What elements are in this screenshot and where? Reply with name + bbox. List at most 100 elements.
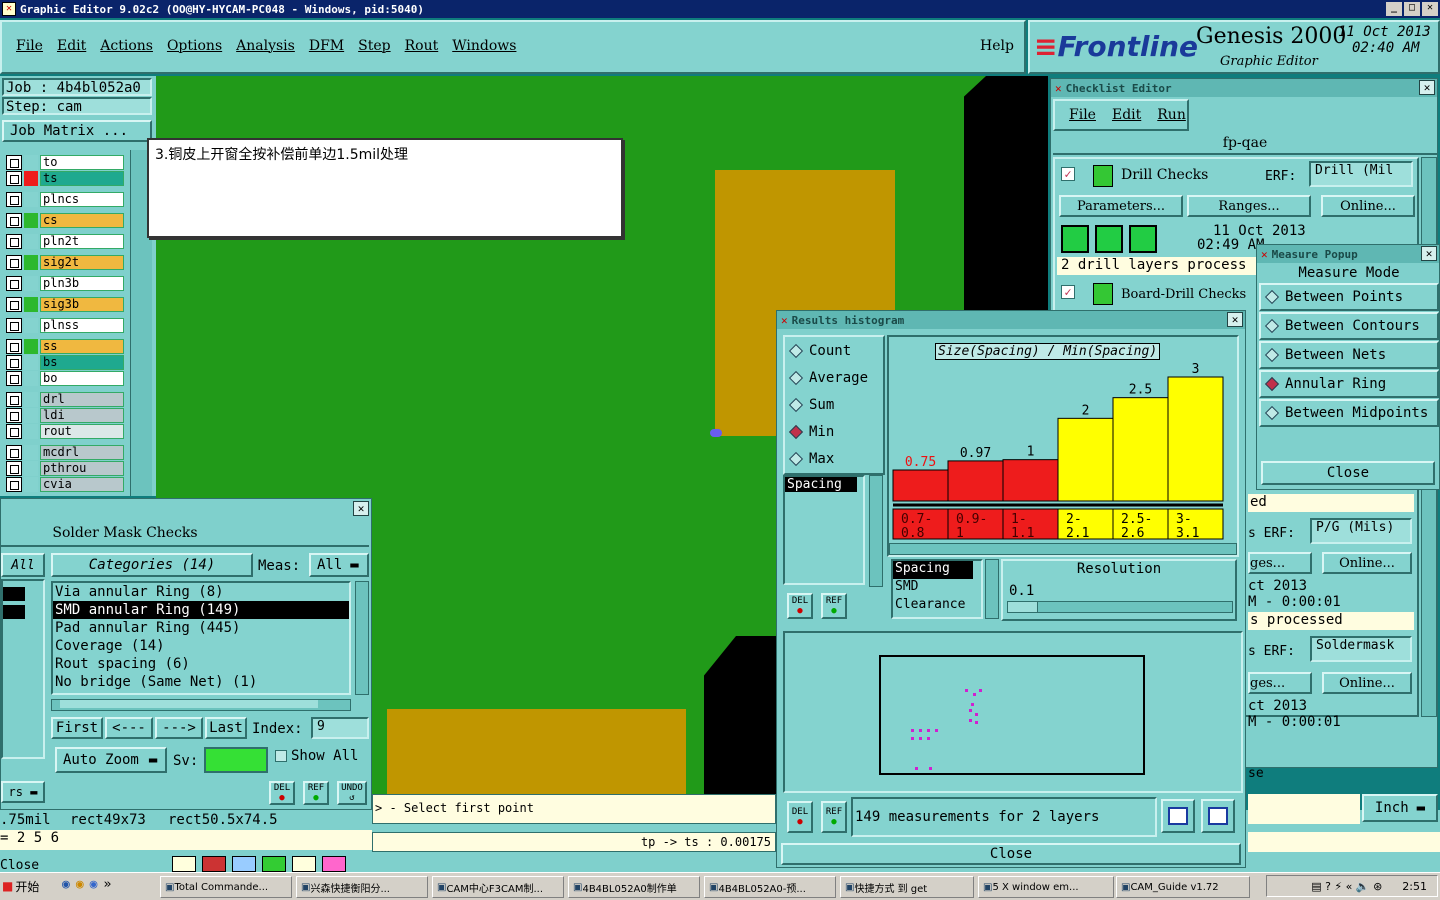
layer-name[interactable]: bs [40,355,124,370]
radio-icon[interactable] [788,370,804,385]
layer-name[interactable]: bo [40,371,124,386]
stat-option-sum[interactable]: Sum [785,391,883,418]
units-select[interactable]: Inch ▬ [1362,794,1438,822]
online-button[interactable]: Online... [1321,195,1415,217]
menu-analysis[interactable]: Analysis [236,38,295,54]
measure-option-between-contours[interactable]: Between Contours [1259,312,1439,340]
layer-checkbox[interactable] [6,192,22,207]
sv-select[interactable] [204,747,268,773]
menu-options[interactable]: Options [167,38,222,54]
taskbar-item[interactable]: ▣ Total Commande... [160,876,292,898]
parameters-button[interactable]: Parameters... [1059,195,1183,217]
menu-actions[interactable]: Actions [100,38,153,54]
layer-checkbox[interactable] [6,355,22,370]
histogram-bar[interactable] [1167,376,1224,502]
hist-ref-button[interactable]: REF ● [821,593,847,619]
menu-windows[interactable]: Windows [452,38,516,54]
layer-color-swatch[interactable] [24,339,38,354]
histogram-close-icon[interactable]: ✕ [1227,312,1243,327]
layer-color-swatch[interactable] [24,255,38,270]
layer-name[interactable]: pln3b [40,276,124,291]
layer-row-pthrou[interactable]: pthrou [6,461,124,476]
resolution-slider[interactable] [1007,601,1233,613]
ranges-button-2[interactable]: ges... [1248,552,1312,574]
layer-row-mcdrl[interactable]: mcdrl [6,445,124,460]
stat-option-max[interactable]: Max [785,445,883,472]
checklist-close-icon[interactable]: ✕ [1419,80,1435,95]
category-scrollbar[interactable] [355,581,369,695]
category-item[interactable]: Rout spacing (6) [53,655,349,673]
stat-option-average[interactable]: Average [785,364,883,391]
layer-name[interactable]: ts [40,171,124,186]
layer-color-swatch[interactable] [24,461,38,476]
category-item[interactable]: Pad annular Ring (445) [53,619,349,637]
layer-row-pln3b[interactable]: pln3b [6,276,124,291]
taskbar-item[interactable]: ▣ 4B4BL052A0制作单 [568,876,700,898]
prev-button[interactable]: <--- [105,717,153,739]
export-button-2[interactable] [1201,799,1235,833]
run-icons[interactable] [1061,225,1157,253]
solder-ref-button[interactable]: REF ● [303,781,329,805]
show-all-checkbox[interactable] [275,750,287,762]
measure-option-between-points[interactable]: Between Points [1259,283,1439,311]
measure-option-annular-ring[interactable]: Annular Ring [1259,370,1439,398]
layer-checkbox[interactable] [6,461,22,476]
category-hscroll[interactable] [51,699,351,711]
histogram-hscroll[interactable] [889,543,1237,555]
first-button[interactable]: First [51,717,103,739]
measure-close-button[interactable]: Close [1261,461,1435,485]
layer-checkbox[interactable] [6,255,22,270]
layer-name[interactable]: ldi [40,408,124,423]
measure-close-icon[interactable]: ✕ [1421,246,1437,261]
layer-name[interactable]: plnss [40,318,124,333]
layer-row-ldi[interactable]: ldi [6,408,124,423]
radio-icon[interactable] [1264,347,1280,363]
ranges-button[interactable]: Ranges... [1187,195,1311,217]
minimize-button[interactable]: _ [1386,2,1402,16]
quicklaunch[interactable]: ◉ ◉ ◉» [62,877,111,892]
radio-icon[interactable] [788,397,804,412]
layer-color-swatch[interactable] [24,171,38,186]
taskbar-item[interactable]: ▣ 兴森快捷衡阳分... [296,876,428,898]
category-item[interactable]: SMD annular Ring (149) [53,601,349,619]
layer-name[interactable]: pln2t [40,234,124,249]
histogram-bar[interactable] [1002,459,1059,502]
radio-icon[interactable] [788,451,804,466]
layer-name[interactable]: drl [40,392,124,407]
checklist-menu-run[interactable]: Run [1157,107,1186,123]
taskbar-item[interactable]: ▣ CAM中心F3CAM制... [432,876,564,898]
layer-color-swatch[interactable] [24,276,38,291]
online-button-3[interactable]: Online... [1322,672,1412,694]
layer-color-swatch[interactable] [24,155,38,170]
stat-option-min[interactable]: Min [785,418,883,445]
layer-row-plnss[interactable]: plnss [6,318,124,333]
erf-value-2[interactable]: P/G (Mils) [1310,518,1412,544]
export-button-1[interactable] [1161,799,1195,833]
menu-step[interactable]: Step [358,38,390,54]
solder-del-button[interactable]: DEL ● [269,781,295,805]
radio-icon[interactable] [1264,376,1280,392]
board-drill-check-box[interactable]: ✓ [1061,285,1075,299]
layer-checkbox[interactable] [6,171,22,186]
attr-item[interactable]: SMD [893,579,981,597]
layer-name[interactable]: cvia [40,477,124,492]
layer-name[interactable]: cs [40,213,124,228]
menu-edit[interactable]: Edit [57,38,86,54]
help-menu[interactable]: Help [980,38,1014,54]
measure-list-item[interactable]: Spacing [785,477,857,492]
histogram-bar[interactable] [1112,397,1169,502]
layer-name[interactable]: sig2t [40,255,124,270]
layer-row-sig3b[interactable]: sig3b [6,297,124,312]
taskbar-item[interactable]: ▣ CAM_Guide v1.72 [1116,876,1250,898]
layer-row-sig2t[interactable]: sig2t [6,255,124,270]
layer-row-ss[interactable]: ss [6,339,124,354]
meas-select[interactable]: All ▬ [309,553,369,577]
layer-row-drl[interactable]: drl [6,392,124,407]
layer-color-swatch[interactable] [24,477,38,492]
layer-checkbox[interactable] [6,155,22,170]
layer-checkbox[interactable] [6,339,22,354]
solder-close-icon[interactable]: ✕ [353,501,369,516]
layer-row-bs[interactable]: bs [6,355,124,370]
radio-icon[interactable] [1264,318,1280,334]
close-left-label[interactable]: Close [0,858,39,873]
